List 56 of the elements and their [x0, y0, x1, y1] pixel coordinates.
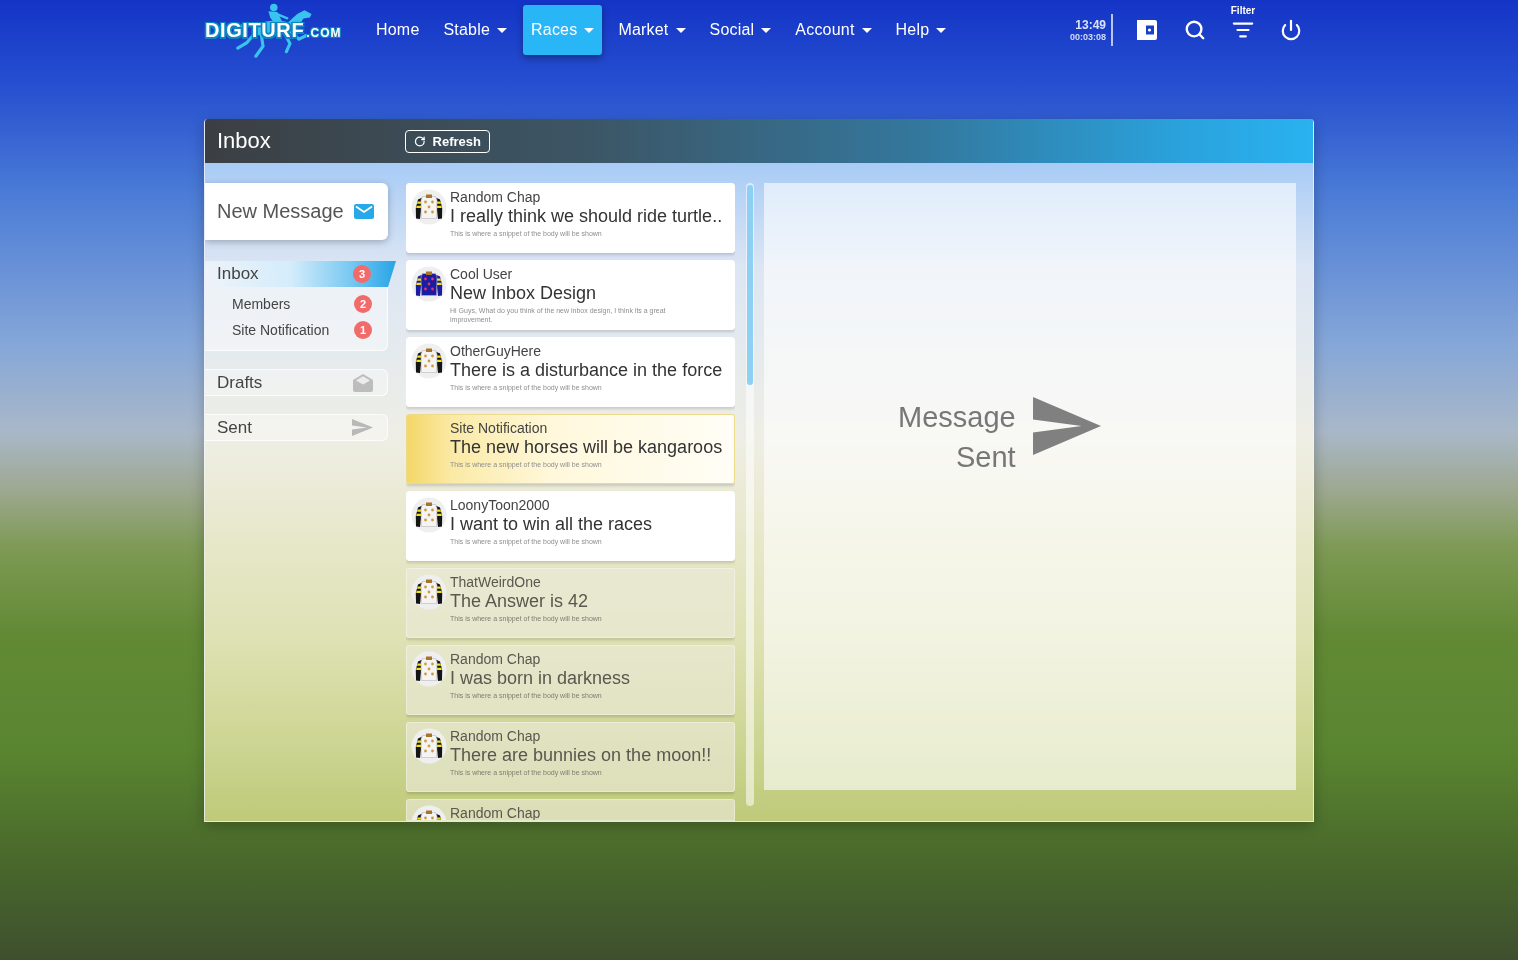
- power-icon: [1280, 19, 1302, 41]
- scrollbar-thumb[interactable]: [747, 185, 753, 385]
- message-sender: LoonyToon2000: [450, 497, 551, 513]
- message-sender: Cool User: [450, 266, 514, 282]
- unread-count-badge: 1: [354, 321, 372, 339]
- refresh-button[interactable]: Refresh: [405, 129, 490, 153]
- send-icon: [1032, 397, 1101, 455]
- nav-item[interactable]: Account: [787, 5, 880, 55]
- new-message-button[interactable]: New Message: [205, 183, 388, 240]
- message-sender: Random Chap: [450, 651, 542, 667]
- message-subject: The new horses will be kangaroos: [450, 436, 723, 458]
- message-subject: I was born in darkness: [450, 667, 631, 689]
- message-subject: New Inbox Design: [450, 282, 598, 304]
- search-icon: [1184, 19, 1206, 41]
- folder-label: Sent: [217, 417, 252, 438]
- unread-count-badge: 2: [354, 295, 372, 313]
- message-sender: Random Chap: [450, 189, 542, 205]
- wallet-icon: [1136, 19, 1158, 41]
- filter-icon: [1232, 19, 1254, 41]
- message-sender: OtherGuyHere: [450, 343, 543, 359]
- folder-item[interactable]: Drafts: [205, 369, 388, 396]
- send-icon: [352, 419, 373, 436]
- subfolder-item[interactable]: Members 2: [205, 291, 387, 317]
- nav-item[interactable]: Stable: [435, 5, 516, 55]
- nav-item[interactable]: Social: [701, 5, 780, 55]
- nav-item[interactable]: Help: [887, 5, 955, 55]
- scrollbar-track[interactable]: [746, 183, 754, 806]
- message-subject: I want to win all the races: [450, 513, 653, 535]
- folder-label: Drafts: [217, 372, 263, 393]
- open-envelope-icon: [353, 373, 373, 392]
- message-subject: There is a disturbance in the force: [450, 359, 723, 381]
- nav-item[interactable]: Market: [610, 5, 694, 55]
- session-timer: 00:03:08: [1069, 32, 1106, 43]
- message-subject: I really think we should ride turtle..: [450, 205, 723, 227]
- unread-count-badge: 3: [353, 265, 371, 283]
- message-card[interactable]: Random Chap: [406, 799, 735, 821]
- message-sender: Random Chap: [450, 728, 542, 744]
- message-subject: The Answer is 42: [450, 590, 590, 612]
- subfolder-label: Site Notification: [232, 322, 330, 338]
- status-message: Message Sent: [898, 400, 1016, 475]
- folder-item[interactable]: Inbox 3: [205, 261, 396, 287]
- folder-label: Inbox: [217, 264, 259, 284]
- envelope-icon: [354, 204, 374, 219]
- folder-item[interactable]: Sent: [205, 414, 388, 441]
- message-subject: There are bunnies on the moon!!: [450, 744, 712, 766]
- subfolder-item[interactable]: Site Notification 1: [205, 317, 387, 343]
- message-sender: ThatWeirdOne: [450, 574, 542, 590]
- message-sender: Random Chap: [450, 805, 541, 820]
- panel-title: Inbox: [217, 128, 271, 154]
- clock-time: 13:49: [1075, 19, 1106, 32]
- filter-button[interactable]: Filter: [1223, 5, 1263, 55]
- subfolder-label: Members: [232, 296, 291, 312]
- logo-suffix[interactable]: .COM: [306, 26, 342, 39]
- message-sender: Site Notification: [450, 420, 549, 436]
- nav-item[interactable]: Home: [368, 5, 428, 55]
- refresh-icon: [414, 134, 426, 148]
